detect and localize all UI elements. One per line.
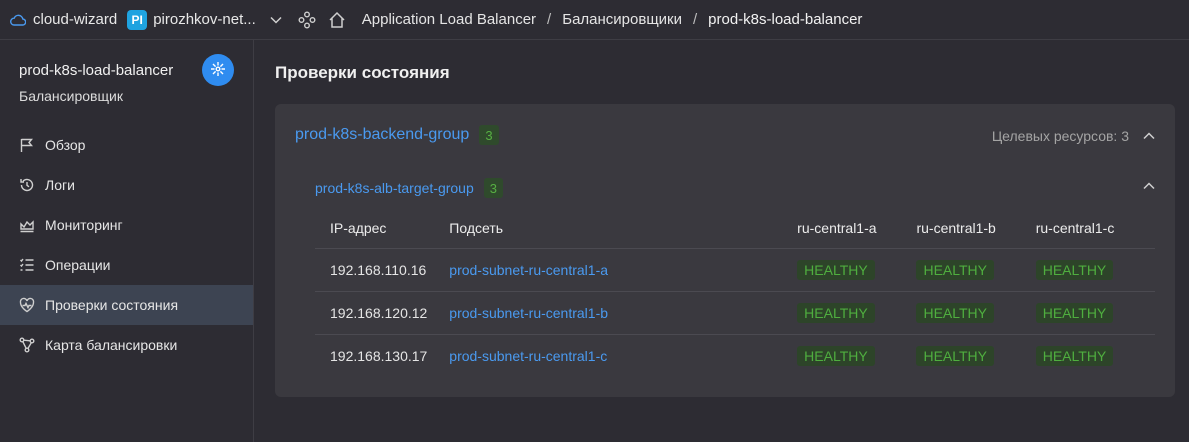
zone-c-status: HEALTHY xyxy=(1035,260,1155,280)
subnet-cell: prod-subnet-ru-central1-c xyxy=(449,348,797,364)
zone-b-status: HEALTHY xyxy=(916,346,1035,366)
status-badge: HEALTHY xyxy=(797,260,875,280)
sidebar-nav: Обзор Логи Мониторинг Операции Проверки … xyxy=(0,125,253,365)
sidebar-item-label: Карта балансировки xyxy=(45,337,178,353)
status-badge: HEALTHY xyxy=(797,303,875,323)
zone-a-status: HEALTHY xyxy=(797,346,916,366)
cloud-selector[interactable]: cloud-wizard xyxy=(10,11,117,28)
sidebar-item-monitoring[interactable]: Мониторинг xyxy=(0,205,253,245)
status-badge: HEALTHY xyxy=(916,260,994,280)
column-header-zone-b: ru-central1-b xyxy=(916,220,996,236)
status-badge: HEALTHY xyxy=(916,346,994,366)
table-row: 192.168.110.16 prod-subnet-ru-central1-a… xyxy=(315,248,1155,291)
column-header-subnet: Подсеть xyxy=(449,220,504,236)
backend-group-header: prod-k8s-backend-group 3 xyxy=(295,125,499,145)
targets-table: IP-адрес Подсеть ru-central1-a ru-centra… xyxy=(315,216,1155,377)
sidebar-item-label: Проверки состояния xyxy=(45,297,179,313)
subnet-cell: prod-subnet-ru-central1-b xyxy=(449,305,797,321)
flag-icon xyxy=(18,136,36,154)
sidebar-item-operations[interactable]: Операции xyxy=(0,245,253,285)
status-badge: HEALTHY xyxy=(797,346,875,366)
sidebar-item-overview[interactable]: Обзор xyxy=(0,125,253,165)
target-resources-count: Целевых ресурсов: 3 xyxy=(991,128,1129,144)
home-icon[interactable] xyxy=(328,11,346,29)
sidebar-item-balancing-map[interactable]: Карта балансировки xyxy=(0,325,253,365)
services-icon[interactable] xyxy=(298,11,316,29)
map-icon xyxy=(18,336,36,354)
breadcrumb-current: prod-k8s-load-balancer xyxy=(708,11,863,28)
chevron-up-icon[interactable] xyxy=(1143,182,1155,190)
column-header-ip: IP-адрес xyxy=(330,220,387,236)
ip-address: 192.168.130.17 xyxy=(330,348,428,364)
breadcrumb: Application Load Balancer / Балансировщи… xyxy=(362,11,863,28)
column-header-zone-c: ru-central1-c xyxy=(1035,220,1115,236)
backend-group-summary: Целевых ресурсов: 3 xyxy=(992,128,1155,144)
breadcrumb-balancers[interactable]: Балансировщики xyxy=(562,11,682,28)
zone-c-status: HEALTHY xyxy=(1035,346,1155,366)
heart-pulse-icon xyxy=(18,296,36,314)
backend-group-count-badge: 3 xyxy=(479,125,499,145)
cloud-name: cloud-wizard xyxy=(33,11,118,28)
cloud-icon xyxy=(10,14,26,26)
sidebar-item-health-checks[interactable]: Проверки состояния xyxy=(0,285,253,325)
subnet-link[interactable]: prod-subnet-ru-central1-c xyxy=(449,348,607,364)
backend-group-card: prod-k8s-backend-group 3 Целевых ресурсо… xyxy=(275,104,1175,397)
table-header-row: IP-адрес Подсеть ru-central1-a ru-centra… xyxy=(315,216,1155,248)
chevron-down-icon[interactable] xyxy=(270,16,282,24)
breadcrumb-service[interactable]: Application Load Balancer xyxy=(362,11,536,28)
load-balancer-icon xyxy=(210,61,226,80)
sidebar-item-logs[interactable]: Логи xyxy=(0,165,253,205)
sidebar-item-label: Операции xyxy=(45,257,111,273)
target-group-count-badge: 3 xyxy=(483,178,503,198)
table-row: 192.168.120.12 prod-subnet-ru-central1-b… xyxy=(315,291,1155,334)
breadcrumb-separator: / xyxy=(692,11,698,28)
chart-icon xyxy=(18,216,36,234)
zone-a-status: HEALTHY xyxy=(797,303,916,323)
target-group-link[interactable]: prod-k8s-alb-target-group xyxy=(315,180,474,196)
sidebar: prod-k8s-load-balancer Балансировщик Обз… xyxy=(0,40,254,442)
chevron-up-icon[interactable] xyxy=(1143,132,1155,140)
folder-name: pirozhkov-net... xyxy=(153,11,256,28)
target-group-header: prod-k8s-alb-target-group 3 xyxy=(315,178,503,198)
history-icon xyxy=(18,176,36,194)
service-button[interactable] xyxy=(202,54,234,86)
column-header-zone-a: ru-central1-a xyxy=(797,220,877,236)
top-bar: cloud-wizard PI pirozhkov-net... Applica… xyxy=(0,0,1189,40)
subnet-link[interactable]: prod-subnet-ru-central1-a xyxy=(449,262,608,278)
subnet-cell: prod-subnet-ru-central1-a xyxy=(449,262,797,278)
ip-address: 192.168.120.12 xyxy=(330,305,428,321)
zone-b-status: HEALTHY xyxy=(916,260,1035,280)
zone-b-status: HEALTHY xyxy=(916,303,1035,323)
page-title: Проверки состояния xyxy=(275,63,450,82)
subnet-link[interactable]: prod-subnet-ru-central1-b xyxy=(449,305,608,321)
zone-c-status: HEALTHY xyxy=(1035,303,1155,323)
resource-title: prod-k8s-load-balancer xyxy=(19,62,174,79)
folder-selector[interactable]: PI pirozhkov-net... xyxy=(127,9,256,30)
status-badge: HEALTHY xyxy=(916,303,994,323)
sidebar-item-label: Мониторинг xyxy=(45,217,123,233)
zone-a-status: HEALTHY xyxy=(797,260,916,280)
ip-address: 192.168.110.16 xyxy=(330,262,427,278)
status-badge: HEALTHY xyxy=(1035,260,1114,280)
folder-avatar: PI xyxy=(127,9,148,30)
breadcrumb-separator: / xyxy=(547,11,552,28)
status-badge: HEALTHY xyxy=(1035,346,1114,366)
status-badge: HEALTHY xyxy=(1035,303,1114,323)
resource-type: Балансировщик xyxy=(19,88,123,104)
list-icon xyxy=(18,256,36,274)
table-row: 192.168.130.17 prod-subnet-ru-central1-c… xyxy=(315,334,1155,377)
sidebar-item-label: Обзор xyxy=(45,137,86,153)
backend-group-link[interactable]: prod-k8s-backend-group xyxy=(295,126,469,144)
sidebar-item-label: Логи xyxy=(45,177,75,193)
